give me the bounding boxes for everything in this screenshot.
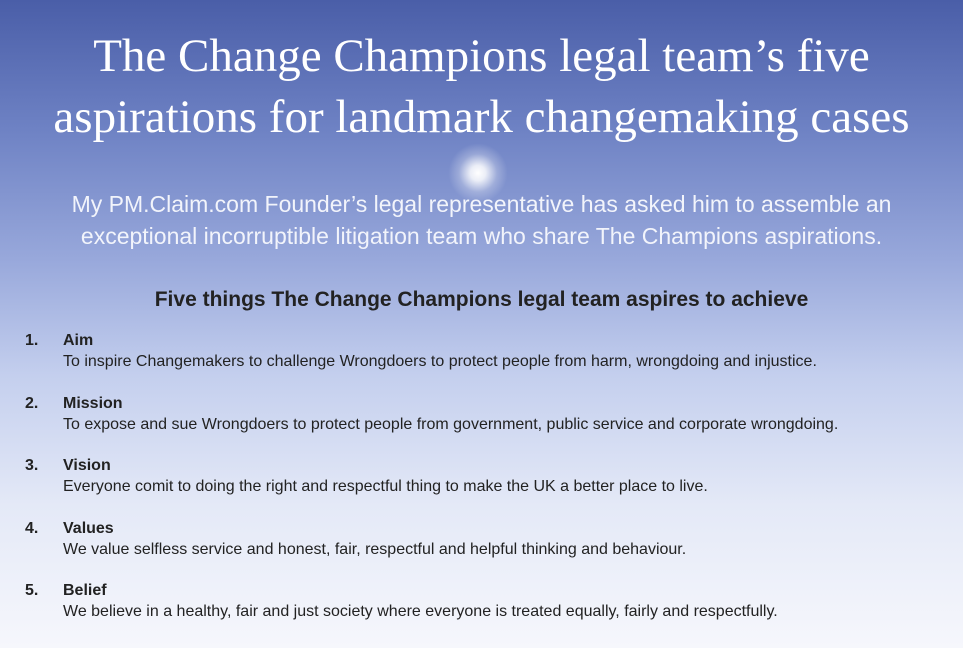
aspiration-label: Aim [63, 332, 94, 349]
aspiration-belief: 5. Belief We believe in a healthy, fair … [25, 580, 945, 643]
subtitle-line-2: exceptional incorruptible litigation tea… [80, 223, 883, 249]
aspiration-label: Values [63, 519, 114, 537]
aspiration-number: 4. [25, 519, 39, 537]
aspiration-text: Everyone comit to doing the right and re… [63, 478, 708, 495]
aspiration-number: 3. [25, 457, 39, 474]
page-title: The Change Champions legal team’s five a… [0, 26, 963, 148]
aspiration-aim: 1. Aim To inspire Changemakers to challe… [25, 330, 945, 393]
aspiration-text: To expose and sue Wrongdoers to protect … [63, 415, 839, 433]
aspiration-text: To inspire Changemakers to challenge Wro… [63, 353, 817, 370]
aspiration-text: We believe in a healthy, fair and just s… [63, 603, 778, 620]
aspiration-label: Vision [63, 457, 111, 474]
aspiration-mission: 2. Mission To expose and sue Wrongdoers … [25, 393, 945, 456]
aspiration-number: 2. [25, 394, 39, 412]
aspiration-text: We value selfless service and honest, fa… [63, 540, 687, 558]
aspiration-number: 5. [25, 582, 39, 599]
aspiration-label: Belief [63, 582, 107, 599]
aspiration-vision: 3. Vision Everyone comit to doing the ri… [25, 455, 945, 518]
subtitle-line-1: My PM.Claim.com Founder’s legal represen… [71, 191, 892, 217]
list-heading: Five things The Change Champions legal t… [154, 288, 809, 311]
subtitle: My PM.Claim.com Founder’s legal represen… [20, 188, 943, 252]
aspiration-number: 1. [25, 332, 39, 349]
aspiration-label: Mission [63, 394, 123, 412]
aspirations-list: 1. Aim To inspire Changemakers to challe… [25, 330, 945, 643]
title-line-2: aspirations for landmark changemaking ca… [53, 91, 910, 143]
title-line-1: The Change Champions legal team’s five [93, 30, 870, 82]
aspiration-values: 4. Values We value selfless service and … [25, 518, 945, 581]
